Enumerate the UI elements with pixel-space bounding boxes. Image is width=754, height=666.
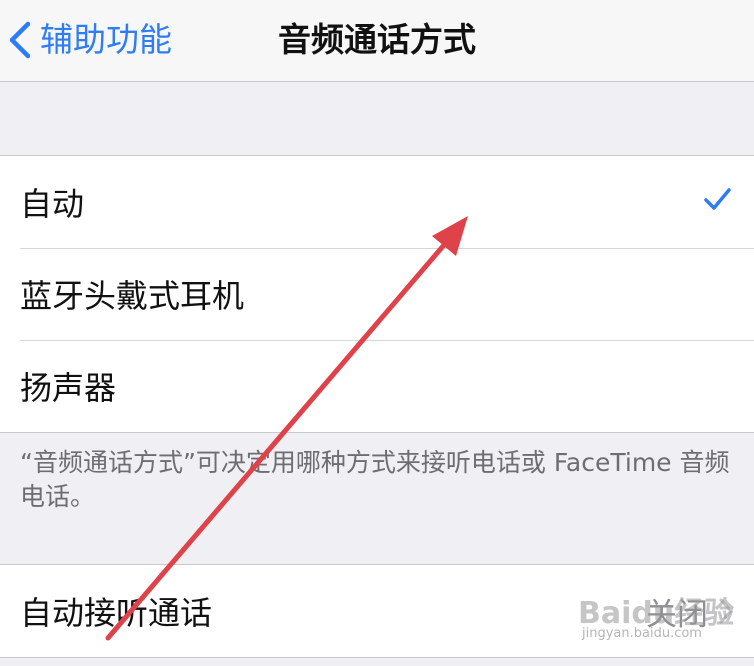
auto-answer-group: 自动接听通话 关闭 bbox=[0, 564, 754, 658]
chevron-right-icon bbox=[719, 598, 733, 624]
navigation-bar: 辅助功能 音频通话方式 bbox=[0, 0, 754, 82]
audio-routing-options: 自动 蓝牙头戴式耳机 扬声器 bbox=[0, 155, 754, 433]
page-title-text: 音频通话方式 bbox=[278, 20, 476, 59]
option-label: 扬声器 bbox=[20, 369, 117, 407]
auto-answer-value-wrap: 关闭 bbox=[646, 565, 734, 657]
option-label: 蓝牙头戴式耳机 bbox=[20, 277, 245, 315]
option-label: 自动 bbox=[20, 185, 85, 223]
page-title: 音频通话方式 bbox=[0, 16, 754, 64]
option-bluetooth-headset[interactable]: 蓝牙头戴式耳机 bbox=[0, 248, 754, 340]
auto-answer-value: 关闭 bbox=[646, 596, 708, 633]
checkmark-icon bbox=[704, 188, 731, 210]
auto-answer-label: 自动接听通话 bbox=[20, 594, 213, 632]
section-footnote: “音频通话方式”可决定用哪种方式来接听电话或 FaceTime 音频电话。 bbox=[20, 448, 730, 511]
auto-answer-calls-row[interactable]: 自动接听通话 关闭 bbox=[0, 565, 754, 657]
option-auto[interactable]: 自动 bbox=[0, 156, 754, 248]
option-speaker[interactable]: 扬声器 bbox=[0, 340, 754, 432]
